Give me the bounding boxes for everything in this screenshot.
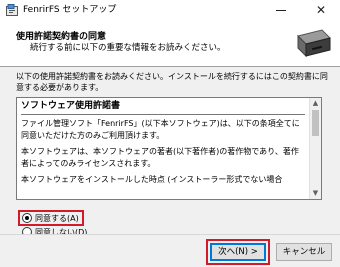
license-intro-text: 以下の使用許諾契約書をお読みください。インストールを続行するにはこの契約書に同意… — [16, 72, 328, 92]
title-bar: FenrirFS セットアップ ✕ — [0, 0, 340, 20]
scroll-up-arrow-icon[interactable]: ▲ — [310, 98, 321, 109]
scroll-down-arrow-icon[interactable]: ▼ — [310, 188, 321, 199]
wizard-footer: 次へ(N) > キャンセル — [0, 235, 340, 267]
license-textbox[interactable]: ソフトウェア使用許諾書 ファイル管理ソフト「FenrirFS」(以下本ソフトウェ… — [16, 97, 322, 200]
license-scrollbar[interactable]: ▲ ▼ — [309, 98, 321, 199]
license-text-area: ソフトウェア使用許諾書 ファイル管理ソフト「FenrirFS」(以下本ソフトウェ… — [17, 98, 309, 199]
scrollbar-thumb[interactable] — [312, 110, 319, 136]
next-button[interactable]: 次へ(N) > — [210, 243, 266, 261]
agree-label[interactable]: 同意する(A) — [35, 213, 79, 224]
agree-radio-button[interactable] — [22, 213, 32, 223]
wizard-content: 以下の使用許諾契約書をお読みください。インストールを続行するにはこの契約書に同意… — [0, 67, 340, 237]
license-paragraph: ファイル管理ソフト「FenrirFS」(以下本ソフトウェア)は、以下の条項全てに… — [21, 119, 300, 140]
agree-radio-option[interactable]: 同意する(A) — [22, 211, 79, 225]
license-paragraph: 本ソフトウェアは、本ソフトウェアの著者(以下著作者)の著作物であり、著作者によっ… — [21, 147, 299, 168]
cancel-button[interactable]: キャンセル — [276, 243, 332, 261]
license-paragraph: 本ソフトウェアをインストールした時点 (インストーラー形式でない場合 — [21, 175, 283, 184]
window-title: FenrirFS セットアップ — [23, 5, 117, 15]
setup-app-icon — [6, 4, 18, 16]
page-subtitle: 続行する前に以下の重要な情報をお読みください。 — [30, 43, 226, 53]
license-heading-rule — [21, 114, 305, 115]
wizard-header: 使用許諾契約書の同意 続行する前に以下の重要な情報をお読みください。 — [0, 20, 340, 66]
close-button[interactable]: ✕ — [308, 2, 334, 18]
license-heading: ソフトウェア使用許諾書 — [21, 101, 121, 111]
minimize-button[interactable] — [268, 2, 294, 18]
disk-drive-icon — [297, 29, 331, 58]
